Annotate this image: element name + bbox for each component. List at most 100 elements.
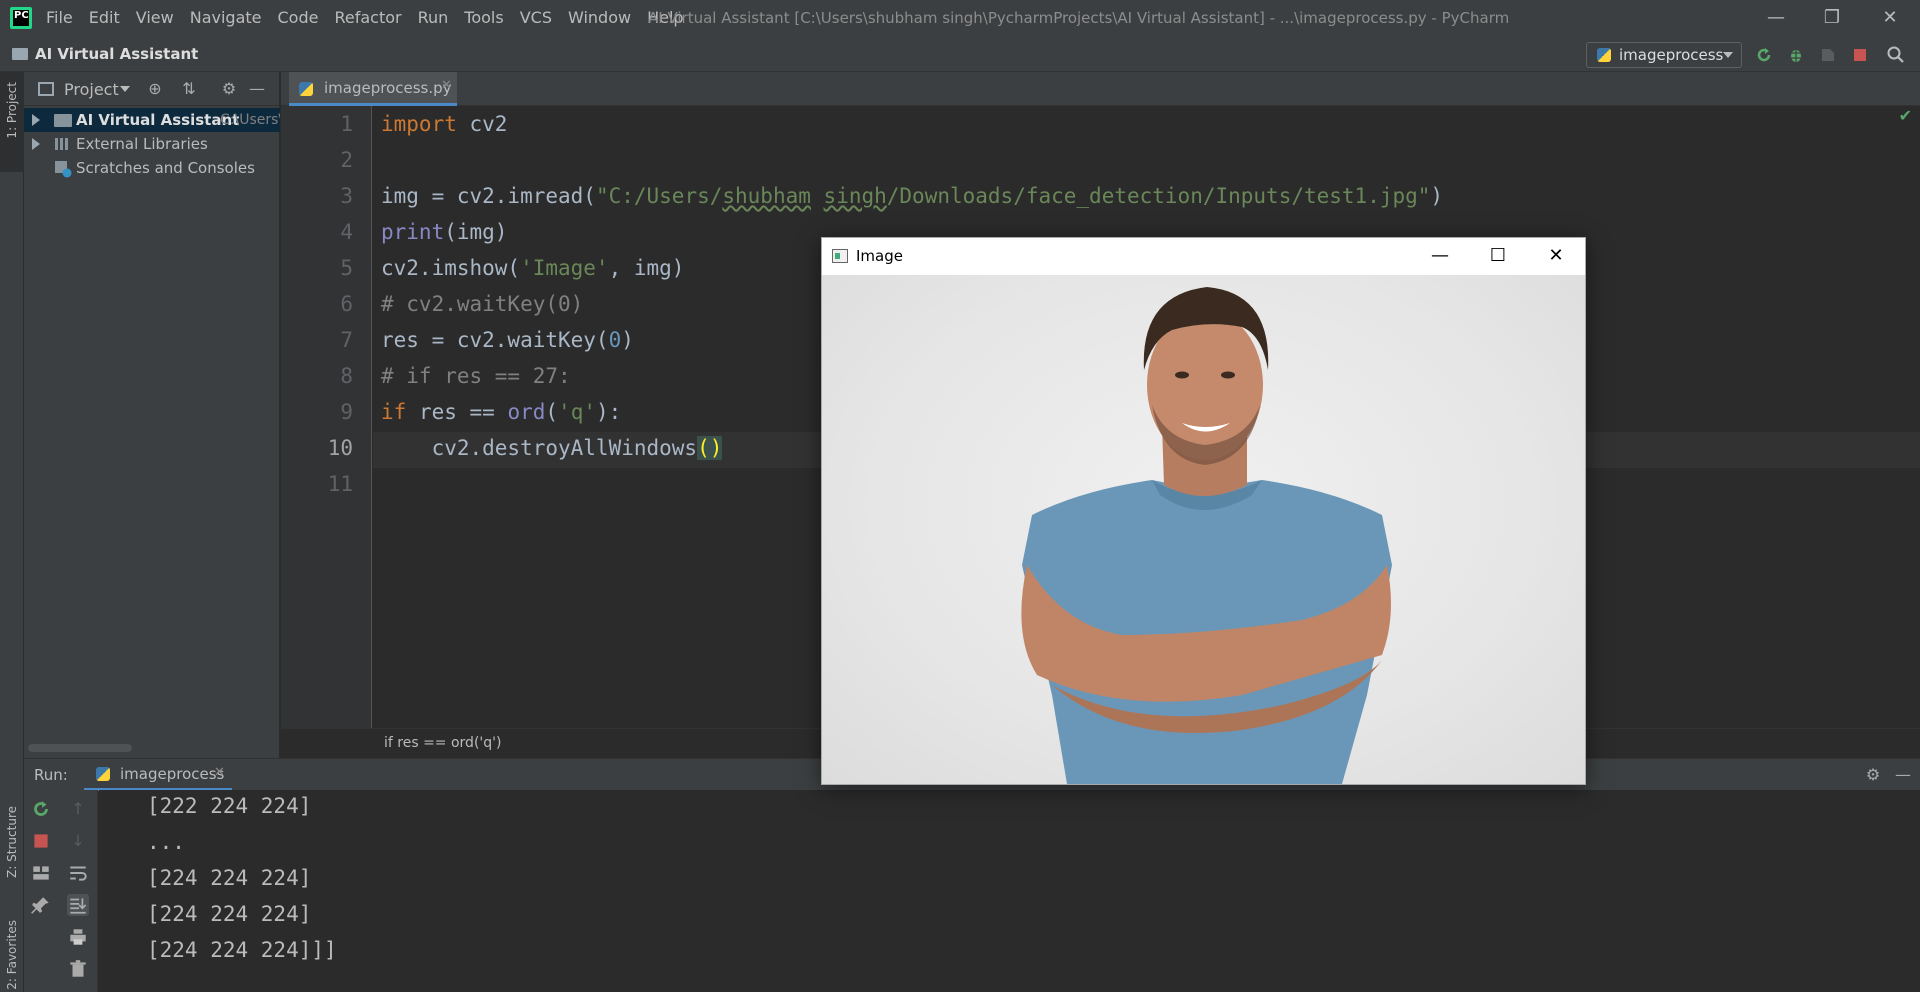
- close-icon[interactable]: ✕: [1878, 6, 1902, 30]
- menu-file[interactable]: File: [38, 8, 81, 27]
- structure-tool-label: Z: Structure: [5, 806, 19, 878]
- tree-item-label: AI Virtual Assistant: [76, 111, 240, 129]
- menu-bar: File Edit View Navigate Code Refactor Ru…: [38, 8, 692, 27]
- stop-icon[interactable]: [30, 830, 52, 852]
- project-panel-header: Project ⊕ ⇅ ⚙ —: [24, 72, 280, 106]
- gear-icon[interactable]: ⚙: [220, 80, 238, 98]
- tree-item-path: C:\Users\s: [220, 112, 280, 128]
- line-number: 6: [340, 292, 353, 316]
- maximize-icon[interactable]: ☐: [1484, 244, 1512, 268]
- breadcrumb-project[interactable]: AI Virtual Assistant: [35, 45, 198, 63]
- print-icon[interactable]: [67, 926, 89, 948]
- arrow-up-icon[interactable]: ↑: [67, 798, 89, 820]
- hide-panel-icon[interactable]: —: [248, 80, 266, 98]
- hide-panel-icon[interactable]: —: [1894, 766, 1912, 784]
- search-icon[interactable]: [1886, 45, 1906, 65]
- run-toolbar-secondary: ↑ ↓: [58, 790, 98, 992]
- code-line-9[interactable]: if res == ord('q'):: [381, 400, 621, 424]
- run-console[interactable]: [222 224 224] ... [224 224 224] [224 224…: [99, 790, 1920, 992]
- menu-code[interactable]: Code: [270, 8, 327, 27]
- code-line-1[interactable]: import cv2: [381, 112, 507, 136]
- rerun-icon[interactable]: [1754, 45, 1774, 65]
- image-window-title-bar[interactable]: Image — ☐ ✕: [822, 238, 1585, 275]
- code-line-3[interactable]: img = cv2.imread("C:/Users/shubham singh…: [381, 184, 1443, 208]
- close-icon[interactable]: ✕: [1542, 244, 1570, 268]
- editor-tab-imageprocess[interactable]: imageprocess.py ✕: [289, 72, 457, 106]
- close-tab-icon[interactable]: ✕: [441, 78, 452, 93]
- code-line-7[interactable]: res = cv2.waitKey(0): [381, 328, 634, 352]
- soft-wrap-icon[interactable]: [67, 862, 89, 884]
- line-number: 3: [340, 184, 353, 208]
- line-number-gutter: 1 2 3 4 5 6 7 8 9 10 11: [281, 106, 372, 728]
- project-view-selector[interactable]: Project: [64, 80, 119, 99]
- python-icon: [1597, 48, 1611, 62]
- gear-icon[interactable]: ⚙: [1864, 766, 1882, 784]
- line-number-current: 10: [327, 436, 353, 460]
- locate-file-icon[interactable]: ⊕: [146, 80, 164, 98]
- expand-arrow-icon[interactable]: [32, 138, 40, 150]
- trash-icon[interactable]: [67, 958, 89, 980]
- pycharm-logo-icon: PC: [10, 7, 32, 29]
- tree-item-scratches[interactable]: Scratches and Consoles: [24, 156, 280, 180]
- arrow-down-icon[interactable]: ↓: [67, 830, 89, 852]
- line-number: 9: [340, 400, 353, 424]
- minimize-icon[interactable]: —: [1764, 6, 1788, 30]
- run-panel-label: Run:: [34, 766, 68, 784]
- project-tool-tab[interactable]: 1: Project: [0, 72, 24, 172]
- code-line-6[interactable]: # cv2.waitKey(0): [381, 292, 583, 316]
- structure-tool-tab[interactable]: Z: Structure: [0, 806, 24, 916]
- pin-icon[interactable]: [30, 894, 52, 916]
- console-output-line: [222 224 224]: [147, 794, 312, 818]
- menu-window[interactable]: Window: [560, 8, 639, 27]
- line-number: 4: [340, 220, 353, 244]
- run-toolbar-primary: [24, 790, 58, 992]
- scratches-icon: [55, 161, 72, 178]
- folder-icon: [12, 48, 28, 60]
- menu-view[interactable]: View: [128, 8, 182, 27]
- editor-tab-bar: imageprocess.py ✕: [281, 72, 1920, 106]
- menu-vcs[interactable]: VCS: [512, 8, 560, 27]
- code-line-10[interactable]: cv2.destroyAllWindows(): [381, 436, 723, 460]
- tree-item-external-libraries[interactable]: External Libraries: [24, 132, 280, 156]
- console-output-line: ...: [147, 830, 185, 854]
- tree-item-project-root[interactable]: AI Virtual Assistant C:\Users\s: [24, 108, 280, 132]
- favorites-tool-tab[interactable]: 2: Favorites: [0, 920, 24, 992]
- chevron-down-icon[interactable]: [120, 86, 130, 92]
- code-line-8[interactable]: # if res == 27:: [381, 364, 571, 388]
- code-line-4[interactable]: print(img): [381, 220, 507, 244]
- menu-navigate[interactable]: Navigate: [182, 8, 270, 27]
- project-view-icon: [38, 82, 54, 96]
- portrait-photo: [1021, 287, 1392, 784]
- rerun-icon[interactable]: [30, 798, 52, 820]
- code-breadcrumb[interactable]: if res == ord('q'): [384, 735, 501, 751]
- scroll-to-end-icon[interactable]: [67, 894, 89, 916]
- run-tab-imageprocess[interactable]: imageprocess ✕: [84, 759, 232, 791]
- expand-arrow-icon[interactable]: [32, 114, 40, 126]
- run-with-coverage-icon[interactable]: [1818, 45, 1838, 65]
- layout-icon[interactable]: [30, 862, 52, 884]
- close-tab-icon[interactable]: ✕: [214, 765, 225, 780]
- image-window-icon: [832, 249, 848, 263]
- run-configuration-dropdown[interactable]: imageprocess: [1586, 42, 1742, 68]
- horizontal-scrollbar[interactable]: [28, 744, 132, 752]
- line-number: 7: [340, 328, 353, 352]
- menu-edit[interactable]: Edit: [81, 8, 128, 27]
- restore-icon[interactable]: ❐: [1820, 6, 1844, 30]
- menu-tools[interactable]: Tools: [456, 8, 511, 27]
- favorites-tool-label: 2: Favorites: [5, 920, 19, 990]
- image-window[interactable]: Image — ☐ ✕: [821, 237, 1586, 785]
- line-number: 1: [340, 112, 353, 136]
- collapse-all-icon[interactable]: ⇅: [180, 80, 198, 98]
- code-line-5[interactable]: cv2.imshow('Image', img): [381, 256, 684, 280]
- no-problems-check-icon[interactable]: ✔: [1899, 106, 1912, 125]
- line-number: 2: [340, 148, 353, 172]
- menu-run[interactable]: Run: [410, 8, 457, 27]
- project-tool-label: 1: Project: [5, 82, 19, 139]
- library-icon: [55, 138, 68, 150]
- chevron-down-icon: [1723, 52, 1733, 58]
- minimize-icon[interactable]: —: [1426, 244, 1454, 268]
- editor-tab-label: imageprocess.py: [324, 79, 452, 97]
- debug-icon[interactable]: [1786, 45, 1806, 65]
- menu-refactor[interactable]: Refactor: [326, 8, 409, 27]
- stop-icon[interactable]: [1850, 45, 1870, 65]
